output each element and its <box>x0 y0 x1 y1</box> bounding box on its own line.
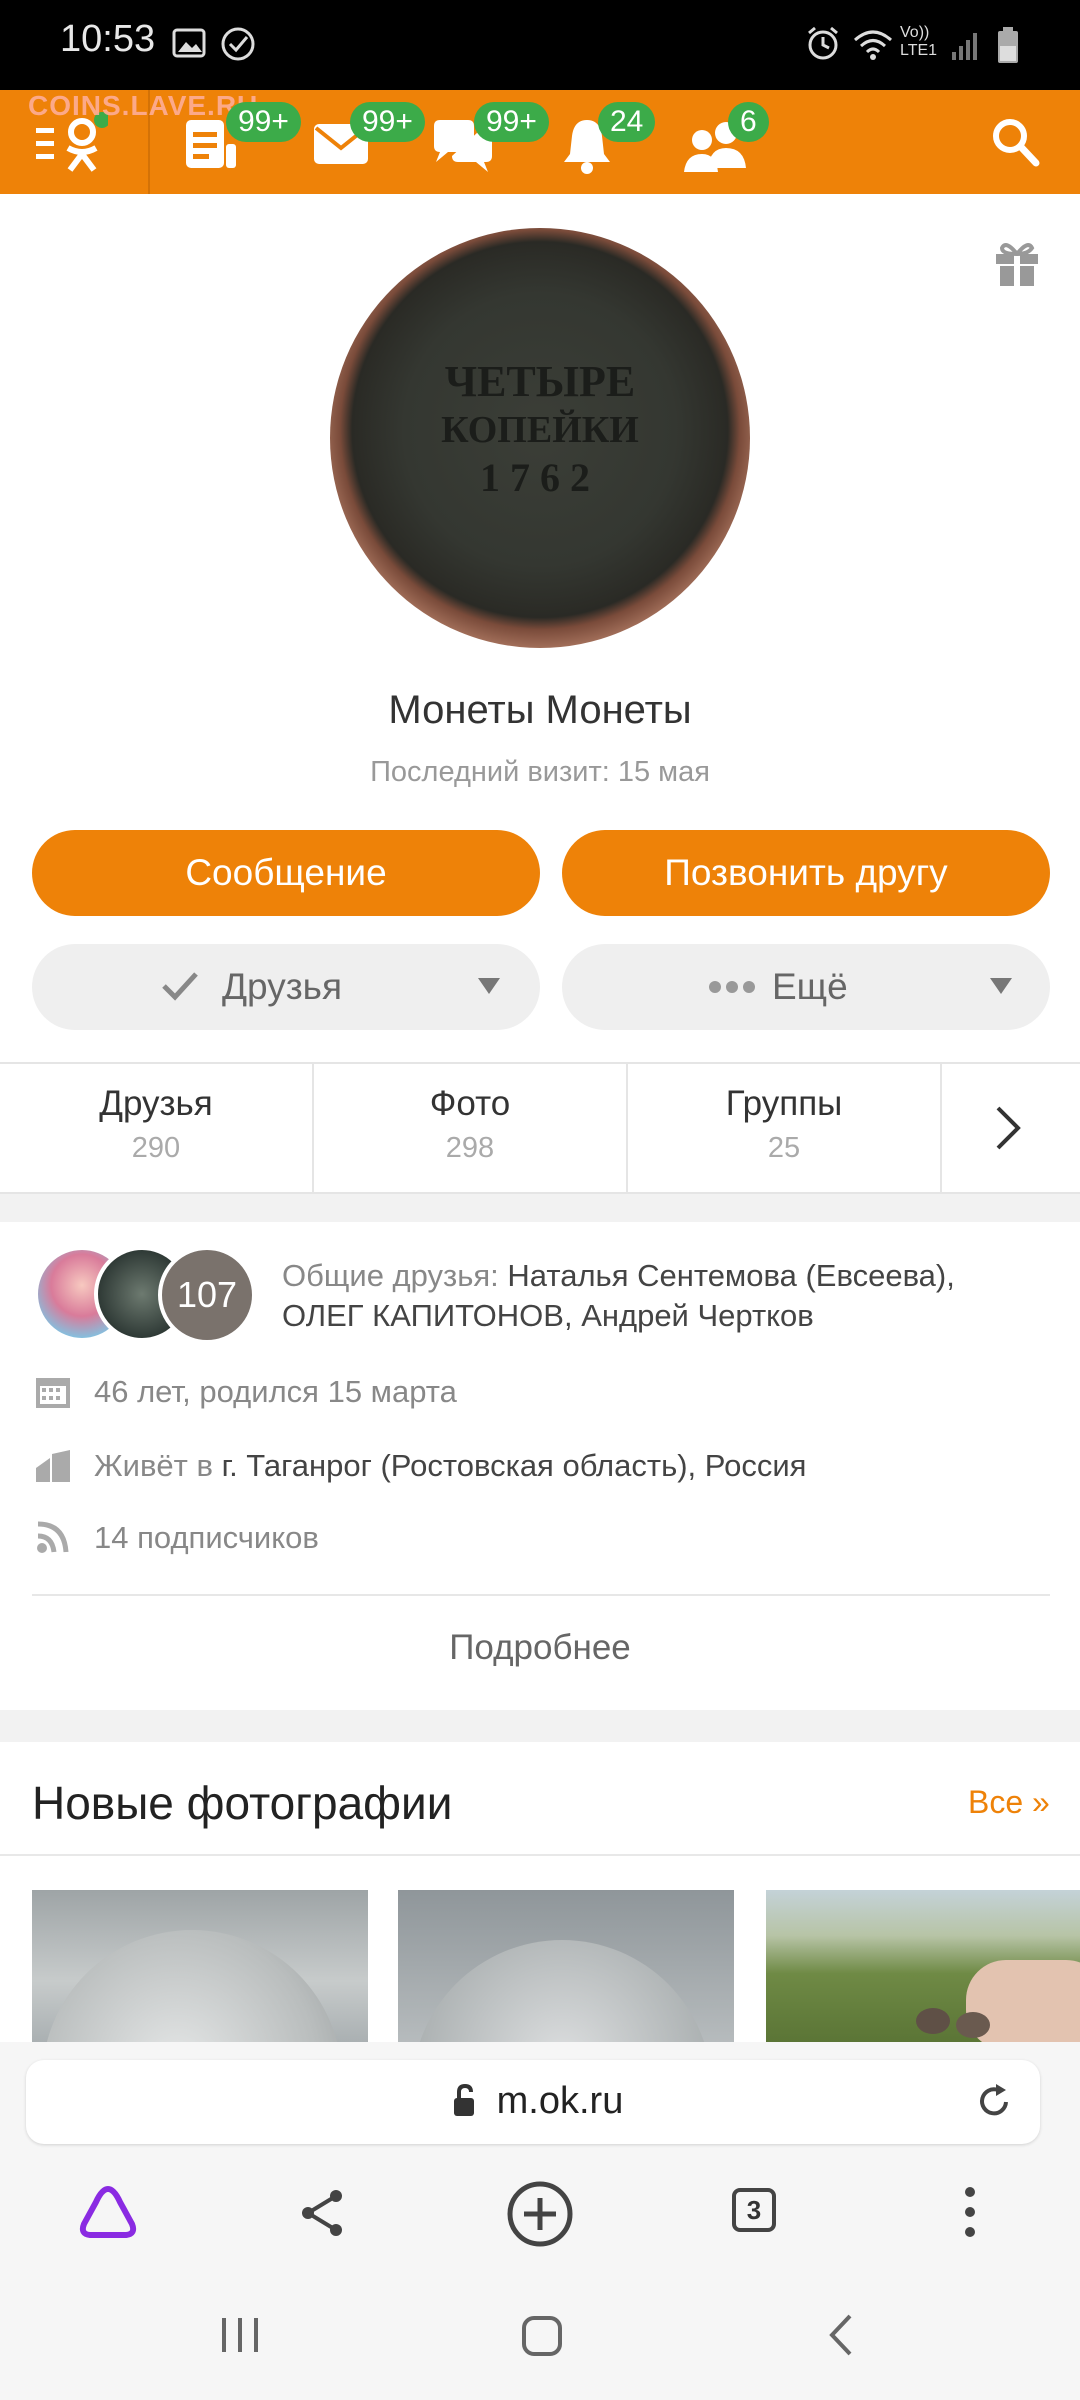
stat-count: 290 <box>131 1132 181 1164</box>
signal-icon <box>952 33 977 60</box>
chevron-right-icon[interactable] <box>994 1104 1022 1152</box>
photo-thumbnail[interactable] <box>766 1890 1080 2042</box>
more-details-link[interactable]: Подробнее <box>0 1628 1080 1668</box>
url-text[interactable]: m.ok.ru <box>20 2080 1080 2123</box>
profile-stats-tabs: Друзья 290 Фото 298 Группы 25 <box>0 1062 1080 1194</box>
dropdown-arrow-icon <box>990 978 1012 994</box>
share-icon[interactable] <box>298 2188 348 2238</box>
notifications-badge: 24 <box>598 102 656 142</box>
stat-count: 25 <box>767 1132 801 1164</box>
message-button[interactable]: Сообщение <box>32 830 540 916</box>
call-friend-button[interactable]: Позвонить другу <box>562 830 1050 916</box>
more-actions-button[interactable]: Ещё <box>562 944 1050 1030</box>
discussions-badge: 99+ <box>474 102 549 142</box>
stat-label: Группы <box>725 1084 843 1123</box>
stat-count: 298 <box>445 1132 495 1164</box>
stat-friends[interactable]: Друзья 290 <box>0 1064 312 1192</box>
calendar-icon <box>36 1378 70 1408</box>
messages-badge: 99+ <box>350 102 425 142</box>
subscribers-count[interactable]: 14 подписчиков <box>94 1520 319 1556</box>
lives-place-link[interactable]: г. Таганрог (Ростовская область), Россия <box>222 1448 807 1483</box>
battery-icon <box>998 27 1018 63</box>
recent-apps-icon[interactable] <box>218 2314 264 2356</box>
feed-badge: 99+ <box>226 102 301 142</box>
location-building-icon <box>36 1450 70 1482</box>
divider <box>32 1594 1050 1596</box>
home-icon[interactable] <box>520 2314 564 2358</box>
profile-name: Монеты Монеты <box>388 688 692 732</box>
new-tab-plus-icon[interactable] <box>506 2180 574 2248</box>
status-time: 10:53 <box>60 18 156 60</box>
mutual-friends-label: Общие друзья: <box>282 1258 499 1293</box>
stat-label: Фото <box>429 1084 511 1123</box>
section-divider <box>0 1854 1080 1856</box>
stat-label: Друзья <box>99 1084 213 1123</box>
friends-status-label: Друзья <box>222 966 342 1007</box>
stat-photos[interactable]: Фото 298 <box>314 1064 626 1192</box>
gift-icon[interactable] <box>992 238 1042 288</box>
status-bar: 10:53 Vo)) LTE1 <box>0 0 1080 90</box>
coin-inscription-year: 1762 <box>480 455 600 500</box>
all-photos-link[interactable]: Все » <box>968 1784 1050 1821</box>
more-dots-icon <box>709 981 755 993</box>
alarm-icon <box>808 26 838 60</box>
stat-groups[interactable]: Группы 25 <box>628 1064 940 1192</box>
coin-inscription-line1: ЧЕТЫРЕ <box>444 357 636 406</box>
check-circle-icon <box>221 27 255 61</box>
lives-label: Живёт в <box>94 1448 213 1483</box>
network-label: Vo)) LTE1 <box>900 24 938 59</box>
tabs-count-button[interactable]: 3 <box>732 2188 776 2232</box>
checkmark-icon <box>162 972 198 1001</box>
rss-subscribers-icon <box>37 1521 69 1553</box>
friends-status-button[interactable]: Друзья <box>32 944 540 1030</box>
mutual-friends-names-1[interactable]: Наталья Сентемова (Евсеева), <box>507 1258 954 1293</box>
profile-avatar[interactable]: ЧЕТЫРЕ КОПЕЙКИ 1762 <box>330 228 750 648</box>
location-text: Живёт в г. Таганрог (Ростовская область)… <box>94 1448 806 1484</box>
photo-thumbnail[interactable] <box>32 1890 368 2042</box>
more-actions-label: Ещё <box>772 966 848 1007</box>
dropdown-arrow-icon <box>478 978 500 994</box>
mutual-friends-text[interactable]: Общие друзья: Наталья Сентемова (Евсеева… <box>282 1256 1062 1336</box>
back-icon[interactable] <box>826 2312 856 2358</box>
new-photos-title: Новые фотографии <box>32 1777 453 1829</box>
alice-assistant-icon[interactable] <box>78 2184 138 2240</box>
overflow-menu-icon[interactable] <box>960 2184 980 2240</box>
mutual-friends-names-2[interactable]: ОЛЕГ КАПИТОНОВ, Андрей Чертков <box>282 1298 814 1333</box>
wifi-icon <box>854 30 892 60</box>
last-visit: Последний визит: 15 мая <box>370 756 710 788</box>
coin-inscription-line2: КОПЕЙКИ <box>441 409 639 451</box>
friends-badge: 6 <box>728 102 769 142</box>
mutual-friends-count[interactable]: 107 <box>158 1246 256 1344</box>
image-icon <box>172 28 206 58</box>
photo-thumbnail[interactable] <box>398 1890 734 2042</box>
reload-icon[interactable] <box>974 2082 1014 2122</box>
search-icon[interactable] <box>990 116 1040 170</box>
age-birthday: 46 лет, родился 15 марта <box>94 1374 457 1409</box>
